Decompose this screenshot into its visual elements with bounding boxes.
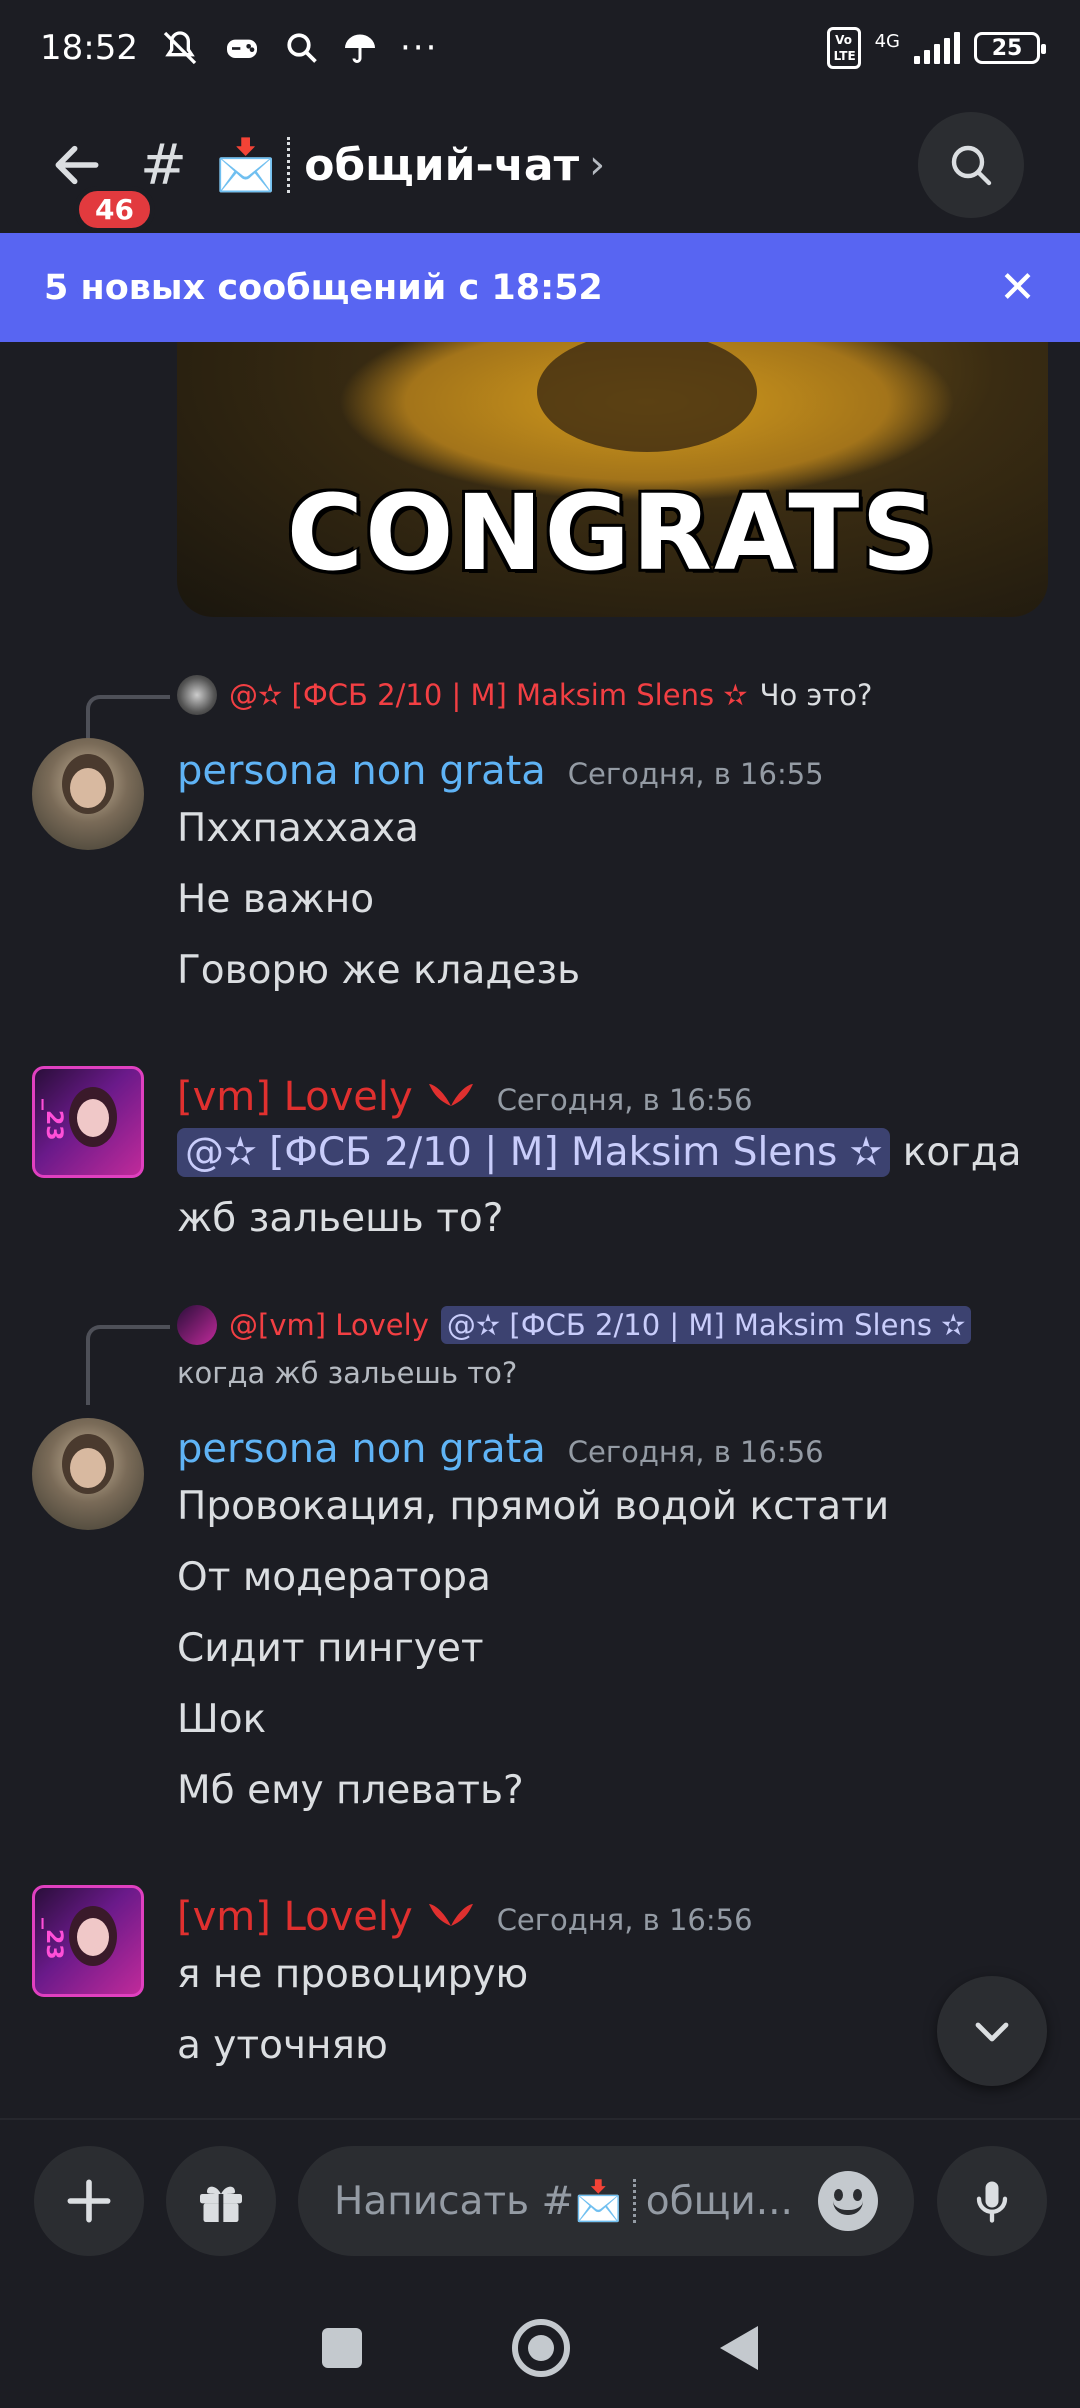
message-input[interactable]: Написать # 📩 общи...	[298, 2146, 914, 2256]
volte-icon: Vo LTE	[826, 27, 861, 69]
message-composer: Написать # 📩 общи...	[0, 2118, 1080, 2288]
message-line: я не провоцирую	[177, 1952, 529, 1997]
message-line: жб зальешь то?	[177, 1196, 504, 1241]
reply-avatar	[177, 675, 217, 715]
gift-icon	[200, 2186, 242, 2222]
role-wings-icon	[427, 1079, 475, 1119]
status-time: 18:52	[40, 28, 138, 68]
channel-header: 46 # 📩 общий-чат ›	[0, 96, 1080, 234]
channel-separator	[287, 137, 291, 193]
search-button[interactable]	[918, 112, 1024, 218]
input-placeholder-emoji: 📩	[574, 2179, 623, 2224]
message-line: Говорю же кладезь	[177, 948, 581, 993]
reply-avatar	[177, 1305, 217, 1345]
voice-message-button[interactable]	[937, 2146, 1047, 2256]
username[interactable]: persona non grata	[177, 1426, 546, 1472]
channel-hash-icon: #	[140, 132, 187, 198]
message-header: [vm] Lovely Сегодня, в 16:56	[177, 1074, 753, 1120]
avatar[interactable]	[32, 1418, 144, 1530]
gif-embed[interactable]: CONGRATS	[177, 342, 1048, 617]
arrow-left-icon	[55, 145, 99, 185]
unread-badge: 46	[74, 186, 155, 233]
avatar-label: _23	[41, 1918, 66, 1960]
avatar[interactable]: _23	[32, 1066, 144, 1178]
reply-preview[interactable]: @[vm] Lovely @✫ [ФСБ 2/10 | M] Maksim Sl…	[177, 1305, 972, 1345]
timestamp: Сегодня, в 16:56	[496, 1903, 753, 1937]
gif-caption: CONGRATS	[286, 472, 939, 594]
reply-author[interactable]: @✫ [ФСБ 2/10 | M] Maksim Slens ✫	[229, 678, 748, 712]
search-icon	[951, 145, 992, 186]
timestamp: Сегодня, в 16:56	[496, 1083, 753, 1117]
home-button[interactable]	[512, 2319, 570, 2377]
message-line: Провокация, прямой водой кстати	[177, 1484, 890, 1529]
reply-connector	[86, 1325, 170, 1405]
status-icons: ···	[160, 28, 438, 68]
message-line: Пххпаххаха	[177, 806, 419, 851]
add-attachment-button[interactable]	[34, 2146, 144, 2256]
gift-button[interactable]	[166, 2146, 276, 2256]
more-icon: ···	[399, 28, 439, 68]
new-messages-banner[interactable]: 5 новых сообщений с 18:52 ✕	[0, 233, 1080, 342]
message-header: persona non grata Сегодня, в 16:56	[177, 1426, 824, 1472]
username[interactable]: persona non grata	[177, 748, 546, 794]
signal-icon	[914, 32, 960, 64]
game-icon	[226, 39, 257, 58]
channel-emoji: 📩	[214, 135, 278, 194]
message-header: persona non grata Сегодня, в 16:55	[177, 748, 824, 794]
username[interactable]: [vm] Lovely	[177, 1894, 413, 1940]
reply-text: когда жб зальешь то?	[177, 1356, 518, 1390]
message-line: Шок	[177, 1697, 267, 1742]
new-messages-text: 5 новых сообщений с 18:52	[44, 267, 603, 308]
reply-connector	[86, 695, 170, 745]
jump-to-bottom-button[interactable]	[937, 1976, 1047, 2086]
battery-level: 25	[991, 35, 1023, 61]
message-line: а уточняю	[177, 2023, 388, 2068]
avatar[interactable]	[32, 738, 144, 850]
reply-preview[interactable]: @✫ [ФСБ 2/10 | M] Maksim Slens ✫ Чо это?	[177, 675, 872, 715]
system-nav-bar	[0, 2288, 1080, 2408]
message-line: Сидит пингует	[177, 1626, 484, 1671]
user-mention[interactable]: @✫ [ФСБ 2/10 | M] Maksim Slens ✫	[440, 1306, 972, 1344]
plus-icon	[67, 2179, 111, 2223]
back-nav-button[interactable]	[720, 2326, 758, 2370]
umbrella-icon	[344, 34, 375, 63]
input-placeholder: Написать #	[334, 2178, 575, 2224]
role-wings-icon	[427, 1899, 475, 1939]
recents-button[interactable]	[322, 2328, 362, 2368]
message-line: От модератора	[177, 1555, 491, 1600]
chevron-down-icon	[975, 2022, 1009, 2042]
message-line: @✫ [ФСБ 2/10 | M] Maksim Slens ✫ когда	[177, 1128, 1022, 1177]
search-icon	[287, 33, 317, 63]
timestamp: Сегодня, в 16:56	[567, 1435, 824, 1469]
timestamp: Сегодня, в 16:55	[567, 757, 824, 791]
reply-text: Чо это?	[759, 678, 873, 712]
username[interactable]: [vm] Lovely	[177, 1074, 413, 1120]
input-placeholder-channel: общи...	[645, 2178, 793, 2224]
microphone-icon	[976, 2181, 1008, 2223]
back-button[interactable]: 46	[32, 120, 155, 233]
reply-author[interactable]: @[vm] Lovely	[229, 1308, 429, 1342]
battery-icon: 25	[974, 32, 1046, 64]
avatar[interactable]: _23	[32, 1885, 144, 1997]
user-mention[interactable]: @✫ [ФСБ 2/10 | M] Maksim Slens ✫	[177, 1128, 891, 1177]
message-text: когда	[890, 1130, 1022, 1175]
message-line: Мб ему плевать?	[177, 1768, 524, 1813]
status-bar: 18:52 ··· Vo LTE 4G 25	[0, 0, 1080, 96]
emoji-picker-icon[interactable]	[818, 2171, 878, 2231]
network-label: 4G	[874, 31, 900, 52]
close-icon[interactable]: ✕	[999, 262, 1036, 313]
avatar-label: _23	[41, 1099, 66, 1141]
channel-title[interactable]: общий-чат	[304, 140, 579, 191]
channel-separator	[632, 2179, 636, 2223]
message-line: Не важно	[177, 877, 375, 922]
mute-icon	[163, 31, 197, 65]
chevron-right-icon[interactable]: ›	[589, 142, 605, 188]
message-header: [vm] Lovely Сегодня, в 16:56	[177, 1894, 753, 1940]
